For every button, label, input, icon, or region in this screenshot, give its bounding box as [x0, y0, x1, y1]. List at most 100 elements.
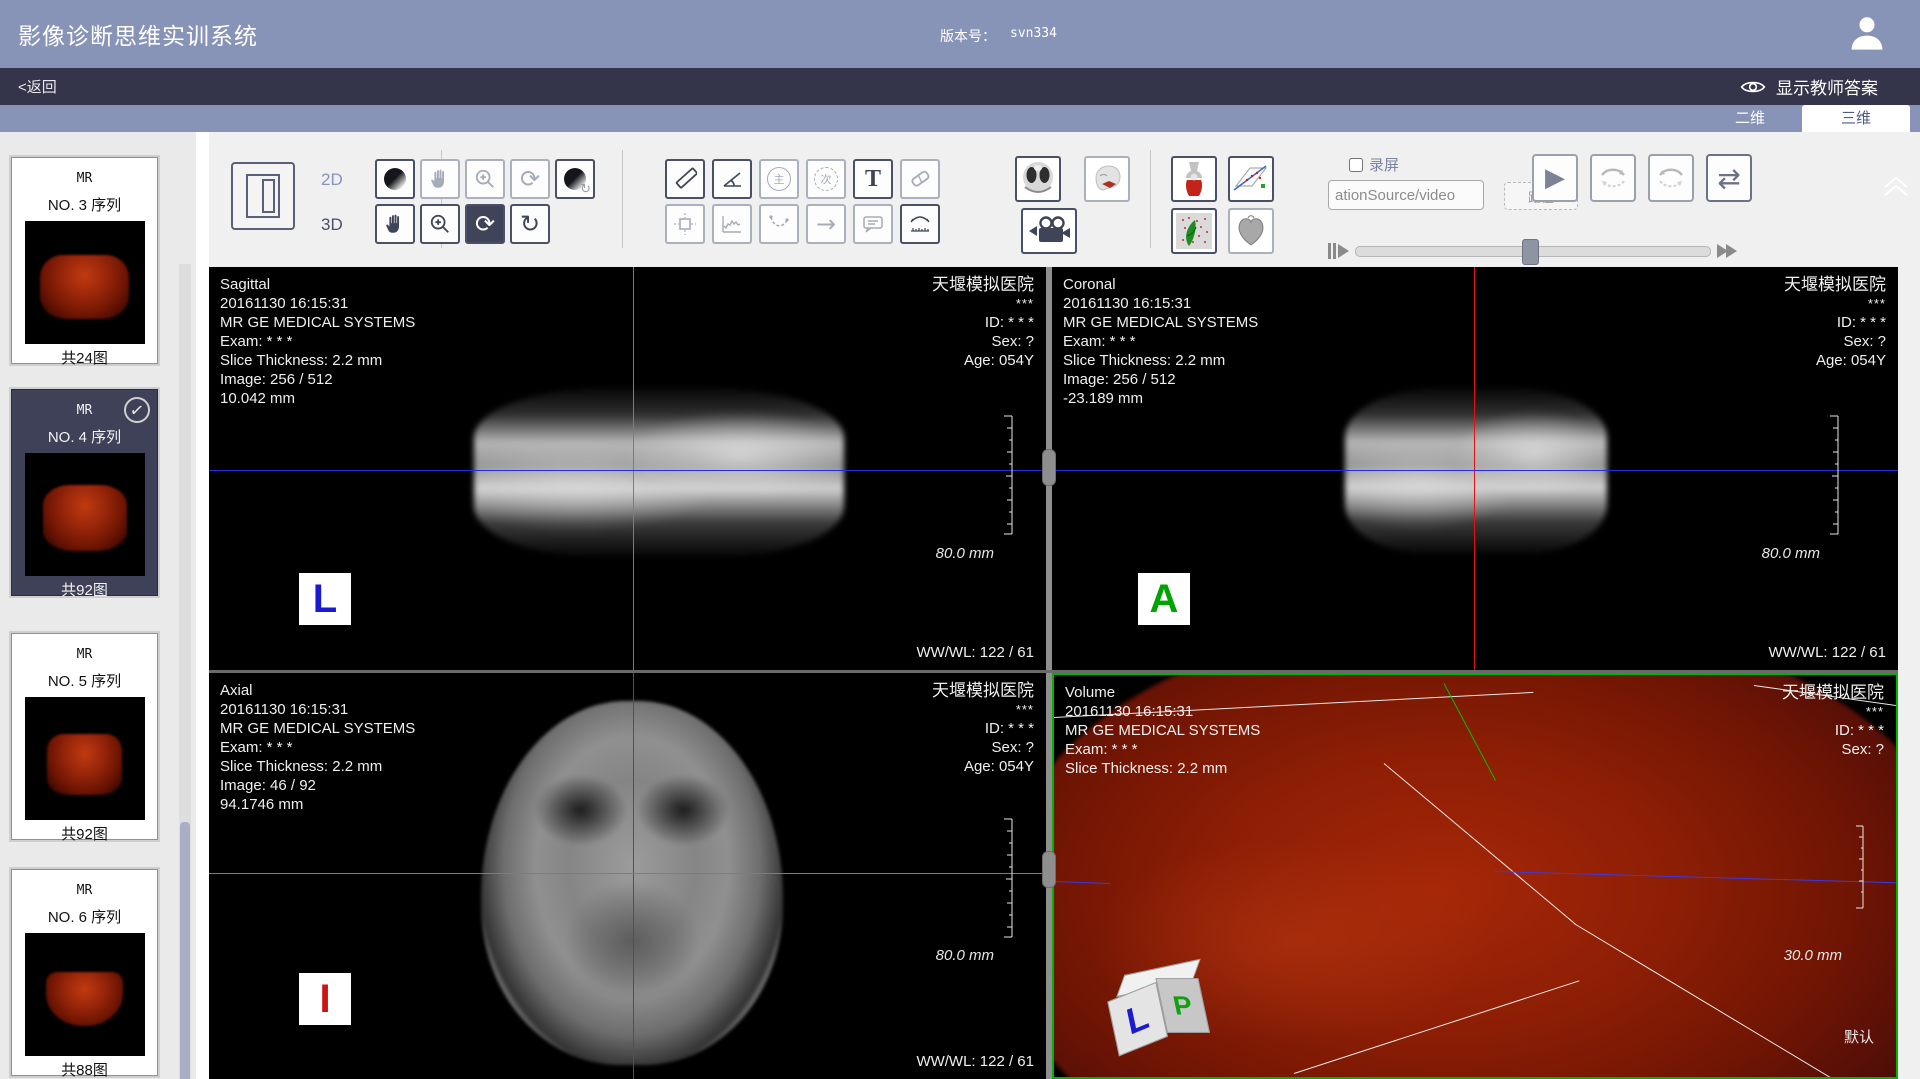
window-level-readout: WW/WL: 122 / 61 — [916, 644, 1034, 661]
reset-view-button[interactable]: ↻ — [510, 204, 550, 244]
slab-mpr-icon — [1232, 160, 1270, 198]
eraser-icon — [908, 167, 932, 191]
region-grow-button[interactable] — [1171, 208, 1217, 254]
magnifier-plus-icon — [429, 213, 451, 235]
window-level-reset-button[interactable]: ↻ — [555, 159, 595, 199]
arrow-tool-button[interactable]: → — [806, 204, 846, 244]
viewport-info-overlay: Volume 20161130 16:15:31 MR GE MEDICAL S… — [1065, 683, 1260, 778]
secondary-marker-button[interactable]: 次 — [806, 159, 846, 199]
play-icon: ▶ — [1545, 163, 1565, 193]
pan-3d-button[interactable] — [375, 204, 415, 244]
series-image-count: 共92图 — [12, 579, 157, 600]
playback-slider-thumb[interactable] — [1522, 239, 1539, 265]
viewport-coronal[interactable]: Coronal 20161130 16:15:31 MR GE MEDICAL … — [1052, 267, 1898, 670]
render-preset-label: 默认 — [1844, 1026, 1874, 1047]
loop-backward-button[interactable] — [1648, 154, 1694, 202]
tab-3d[interactable]: 三维 — [1802, 105, 1910, 132]
scale-ruler — [1854, 825, 1866, 909]
swap-direction-button[interactable]: ⇄ — [1706, 154, 1752, 202]
rotate-3d-button-active[interactable]: ⟳ — [465, 204, 505, 244]
curve-measure-button[interactable] — [900, 204, 940, 244]
pan-2d-button[interactable] — [420, 159, 460, 199]
primary-marker-button[interactable]: 主 — [759, 159, 799, 199]
viewport-axial[interactable]: Axial 20161130 16:15:31 MR GE MEDICAL SY… — [209, 673, 1046, 1079]
series-card-6[interactable]: MR NO. 6 序列 共88图 — [11, 869, 158, 1076]
skull-preset-button[interactable] — [1084, 156, 1130, 202]
export-video-button[interactable] — [1021, 208, 1077, 254]
sidebar-scrollbar-track[interactable] — [179, 264, 191, 1079]
show-teacher-answer-button[interactable]: 显示教师答案 — [1740, 74, 1878, 99]
roi-tool-button[interactable] — [665, 204, 705, 244]
skull-3d-icon — [1088, 160, 1126, 198]
angle-tool-button[interactable] — [712, 159, 752, 199]
record-screen-option[interactable]: 录屏 — [1349, 154, 1399, 175]
sidebar-scrollbar-thumb[interactable] — [180, 822, 190, 1079]
scale-label: 80.0 mm — [1762, 545, 1820, 562]
crosshair-vertical-red[interactable] — [1474, 267, 1475, 670]
loop-forward-button[interactable] — [1590, 154, 1636, 202]
viewport-volume-active[interactable]: Volume 20161130 16:15:31 MR GE MEDICAL S… — [1052, 673, 1898, 1079]
text-annotation-button[interactable]: T — [853, 159, 893, 199]
histogram-tool-button[interactable] — [712, 204, 752, 244]
mpr-slab-preset-button[interactable] — [1228, 156, 1274, 202]
window-level-readout: WW/WL: 122 / 61 — [916, 1053, 1034, 1070]
rotate-2d-button[interactable]: ⟳ — [510, 159, 550, 199]
viewport-info-overlay: Coronal 20161130 16:15:31 MR GE MEDICAL … — [1063, 275, 1258, 408]
crosshair-horizontal-blue[interactable] — [1052, 470, 1898, 471]
crosshair-horizontal-blue[interactable] — [209, 470, 1046, 471]
video-path-input[interactable] — [1328, 180, 1484, 210]
fast-forward-icon[interactable] — [1717, 244, 1737, 258]
version-value: svn334 — [1010, 26, 1057, 46]
hand-icon — [384, 213, 406, 235]
spline-curve-icon — [767, 212, 791, 236]
crosshair-vertical-green[interactable] — [633, 267, 634, 670]
user-avatar-icon[interactable] — [1846, 12, 1888, 54]
scale-label: 80.0 mm — [936, 947, 994, 964]
record-label: 录屏 — [1369, 154, 1399, 175]
patient-info-overlay: 天堰模拟医院 *** ID: * * * Sex: ? — [1782, 683, 1884, 759]
slice-scrollbar-thumb-bottom[interactable] — [1042, 851, 1056, 888]
lungs-ct-icon — [1019, 160, 1057, 198]
axial-ct-preset-button[interactable] — [1015, 156, 1061, 202]
tab-2d[interactable]: 二维 — [1710, 105, 1790, 132]
toolbar-separator — [1150, 150, 1151, 248]
heart-preset-button[interactable] — [1228, 208, 1274, 254]
layout-button[interactable] — [231, 162, 295, 230]
zoom-2d-button[interactable] — [465, 159, 505, 199]
window-level-2d-button[interactable] — [375, 159, 415, 199]
play-button[interactable]: ▶ — [1532, 154, 1578, 202]
record-checkbox[interactable] — [1349, 158, 1363, 172]
histogram-icon — [720, 212, 744, 236]
toolbar: 2D 3D ⟳ ↻ ⟳ ↻ 主 次 T — [209, 132, 1920, 267]
comment-icon — [861, 212, 885, 236]
knee-preset-button[interactable] — [1171, 156, 1217, 202]
back-button[interactable]: <返回 — [18, 76, 57, 97]
mode-3d-label: 3D — [321, 215, 343, 235]
viewport-sagittal[interactable]: Sagittal 20161130 16:15:31 MR GE MEDICAL… — [209, 267, 1046, 670]
mr-sagittal-image — [474, 387, 844, 557]
series-card-3[interactable]: MR NO. 3 序列 共24图 — [11, 157, 158, 364]
slice-scrollbar-thumb-top[interactable] — [1042, 449, 1056, 486]
series-card-5[interactable]: MR NO. 5 序列 共92图 — [11, 633, 158, 840]
text-tool-icon: T — [865, 166, 881, 193]
selected-check-icon: ✓ — [122, 395, 151, 424]
series-name: NO. 6 序列 — [12, 906, 157, 927]
toolbar-separator — [622, 150, 623, 248]
ruler-tool-button[interactable] — [665, 159, 705, 199]
step-begin-icon[interactable] — [1328, 243, 1349, 259]
viewport-vertical-divider — [1046, 267, 1052, 1079]
crosshair-horizontal-green[interactable] — [209, 873, 1046, 874]
eraser-button[interactable] — [900, 159, 940, 199]
series-modality: MR — [12, 171, 157, 186]
crosshair-vertical-red[interactable] — [633, 673, 634, 1079]
scale-label: 30.0 mm — [1784, 947, 1842, 964]
collapse-toolbar-chevron[interactable] — [1881, 174, 1911, 203]
roi-crosshair-icon — [673, 212, 697, 236]
dimension-tabstrip: 二维 三维 — [0, 105, 1920, 132]
page-title: 影像诊断思维实训系统 — [18, 17, 258, 51]
zoom-3d-button[interactable] — [420, 204, 460, 244]
playback-slider-track[interactable] — [1355, 246, 1711, 257]
series-card-4-selected[interactable]: ✓ MR NO. 4 序列 共92图 — [11, 389, 158, 596]
comment-tool-button[interactable] — [853, 204, 893, 244]
spline-tool-button[interactable] — [759, 204, 799, 244]
